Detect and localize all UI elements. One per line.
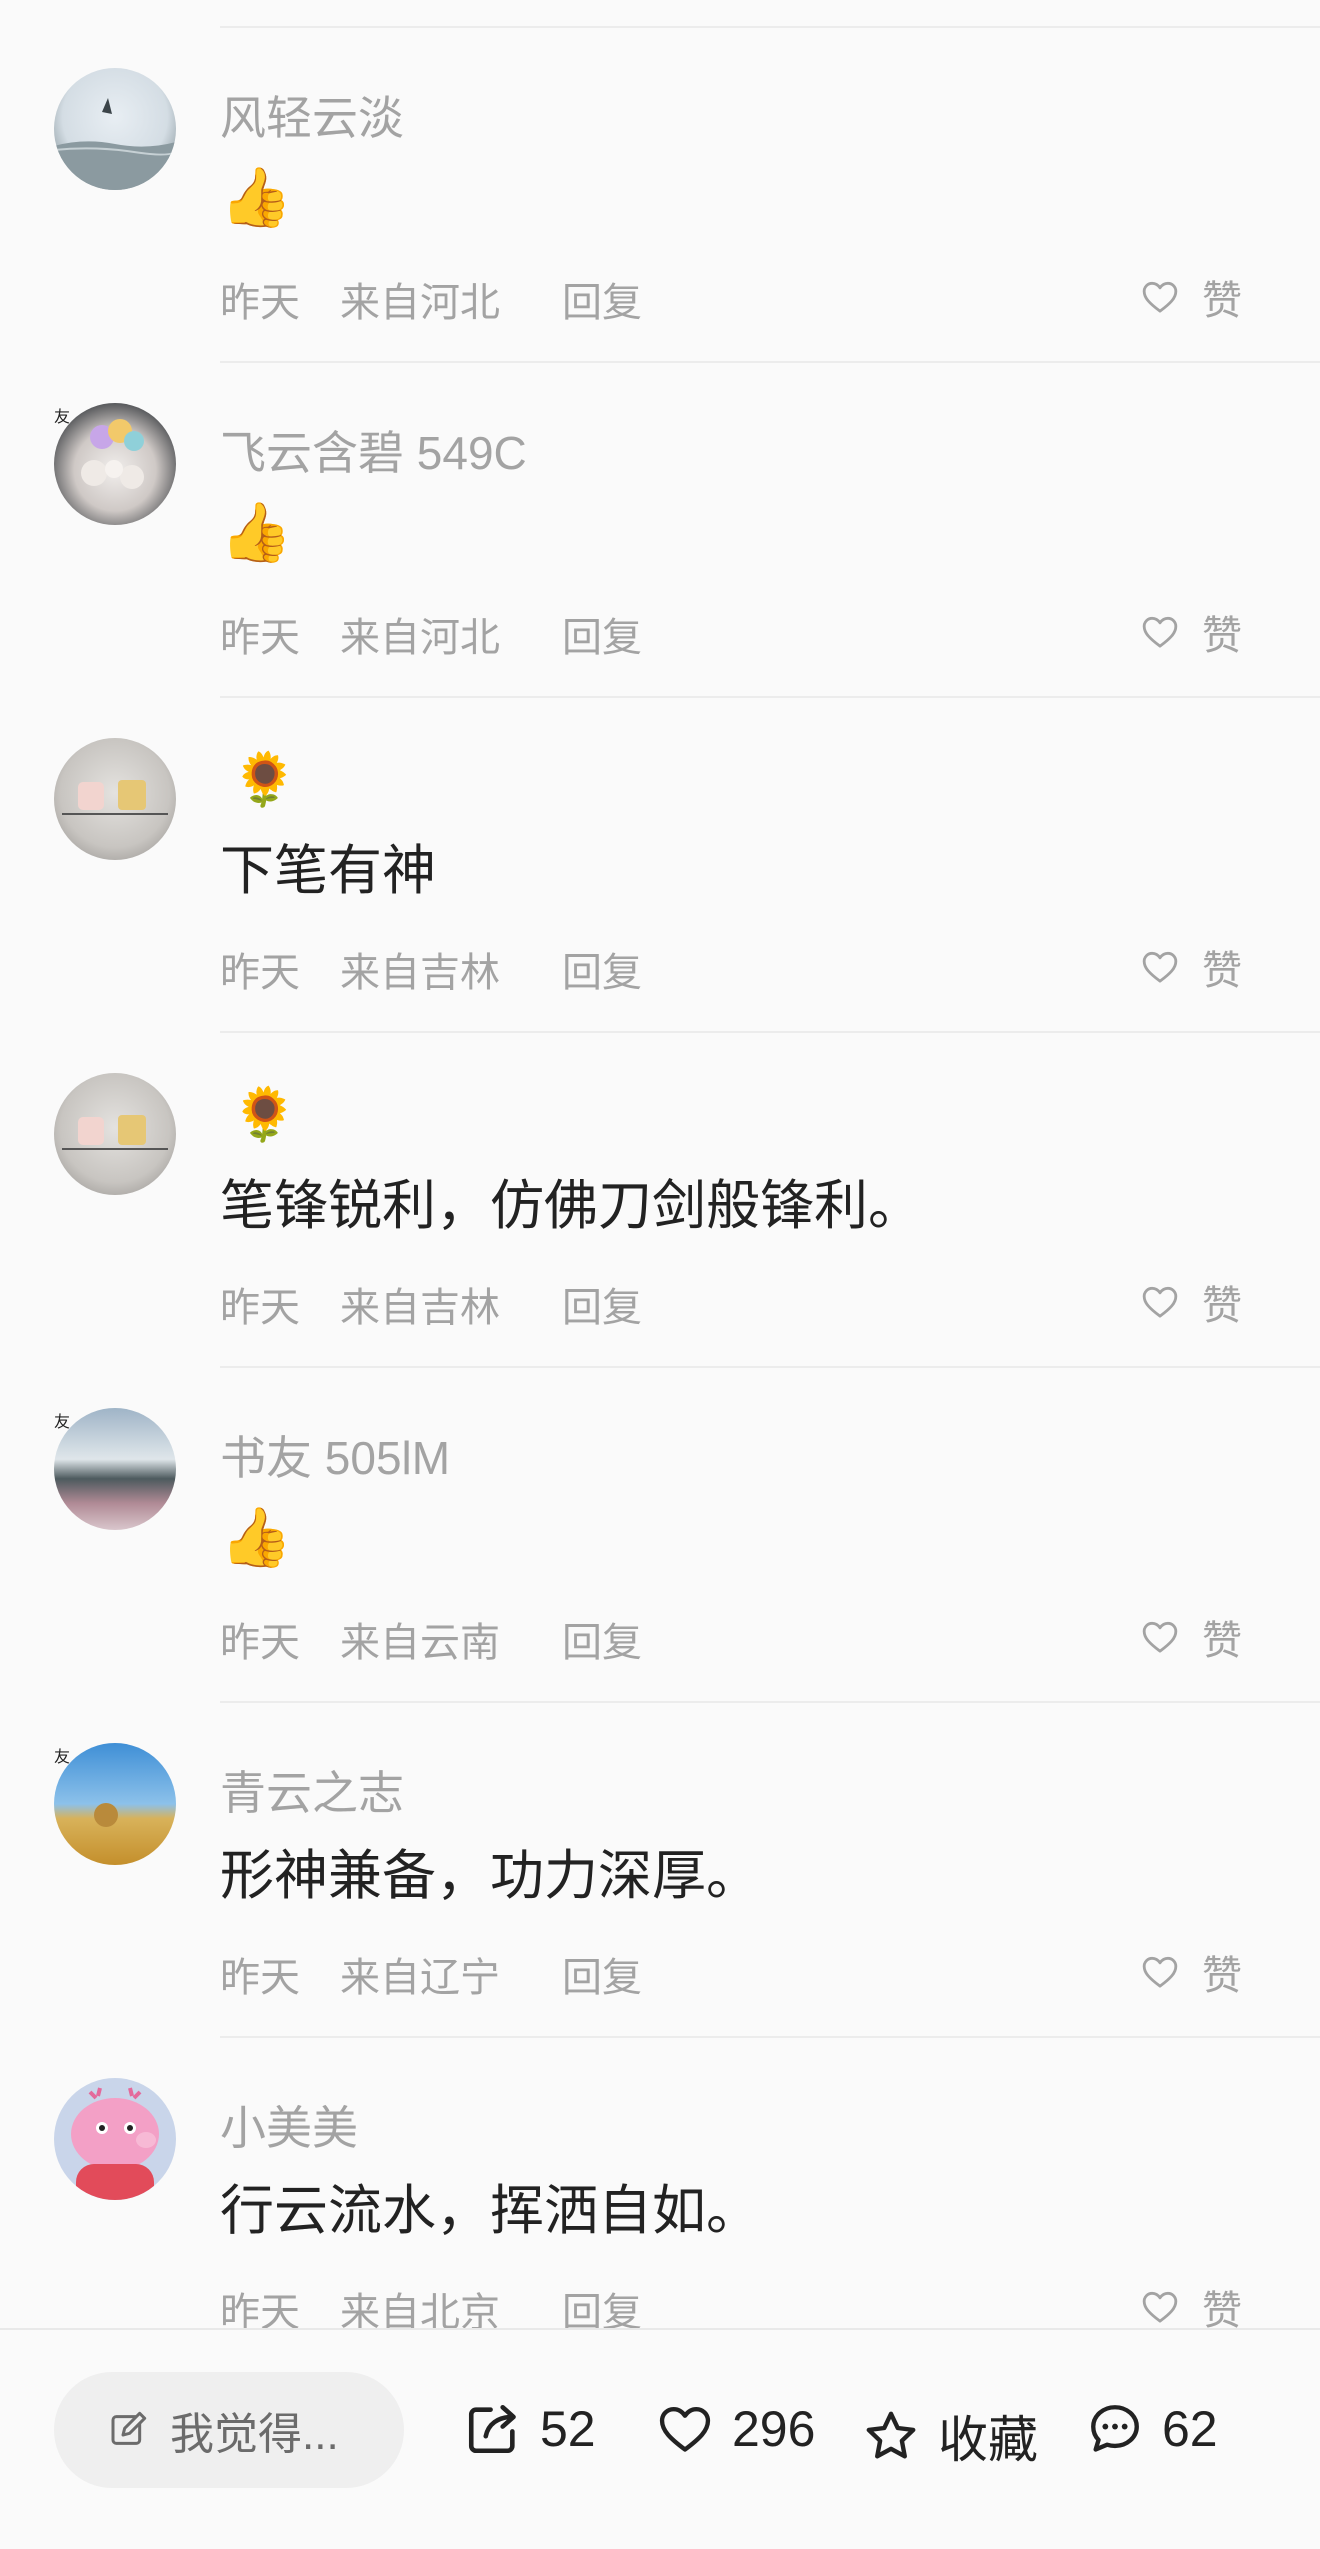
share-count: 52 — [540, 2401, 596, 2457]
avatar-image — [54, 1408, 176, 1530]
comment-time: 昨天 — [220, 616, 300, 660]
avatar-image — [54, 2078, 176, 2200]
comment-location: 来自河北 — [340, 281, 500, 325]
comment-meta: 昨天 来自吉林 回复 — [220, 940, 642, 998]
like-button[interactable]: 赞 — [1140, 1943, 1242, 2001]
comment-location: 来自吉林 — [340, 1286, 500, 1330]
reply-button[interactable]: 回复 — [562, 270, 642, 328]
heart-icon — [1142, 951, 1178, 983]
avatar[interactable] — [54, 738, 176, 860]
avatar-image — [54, 1743, 176, 1865]
comment-meta: 昨天 来自河北 回复 — [220, 270, 642, 328]
reply-button[interactable]: 回复 — [562, 1610, 642, 1668]
comment-time: 昨天 — [220, 281, 300, 325]
avatar[interactable] — [54, 68, 176, 190]
like-button[interactable]: 赞 — [1140, 268, 1242, 326]
edit-icon — [111, 2411, 147, 2445]
comment-icon — [1091, 2405, 1139, 2452]
share-icon — [468, 2404, 516, 2454]
comment-item: 友 飞云含碧 549C 👍 昨天 来自河北 回复 赞 — [0, 363, 1320, 698]
heart-icon — [1142, 2291, 1178, 2323]
comment-location: 来自河北 — [340, 616, 500, 660]
comment-item: 小美美 行云流水，挥洒自如。 昨天 来自北京 回复 赞 — [0, 2038, 1320, 2373]
avatar[interactable]: 友 — [54, 1408, 176, 1530]
sunflower-emoji[interactable]: 🌻 — [232, 750, 297, 810]
comment-item: 友 青云之志 形神兼备，功力深厚。 昨天 来自辽宁 回复 赞 — [0, 1703, 1320, 2038]
comment-button[interactable]: 62 — [1086, 2400, 1218, 2458]
comment-location: 来自吉林 — [340, 951, 500, 995]
like-button[interactable]: 赞 — [1140, 1273, 1242, 1331]
like-label: 赞 — [1202, 279, 1242, 323]
comment-time: 昨天 — [220, 1621, 300, 1665]
username[interactable]: 书友 505lM — [220, 1422, 450, 1488]
bottom-action-bar: 我觉得... 52 296 收藏 62 — [0, 2328, 1320, 2549]
reply-button[interactable]: 回复 — [562, 1945, 642, 2003]
heart-icon — [1142, 1286, 1178, 1318]
username[interactable]: 飞云含碧 549C — [220, 417, 527, 483]
reply-button[interactable]: 回复 — [562, 1275, 642, 1333]
like-post-button[interactable]: 296 — [656, 2400, 815, 2458]
thumbs-up-emoji: 👍 — [220, 1505, 293, 1570]
comment-text: 形神兼备，功力深厚。 — [220, 1846, 760, 1906]
comment-time: 昨天 — [220, 1286, 300, 1330]
comment-time: 昨天 — [220, 1956, 300, 2000]
heart-icon — [1142, 616, 1178, 648]
comment-meta: 昨天 来自云南 回复 — [220, 1610, 642, 1668]
avatar[interactable] — [54, 1073, 176, 1195]
comment-list: 风轻云淡 👍 昨天 来自河北 回复 赞 友 飞云含碧 549C 👍 昨天 来自河… — [0, 28, 1320, 2373]
share-button[interactable]: 52 — [464, 2400, 596, 2458]
comment-input[interactable]: 我觉得... — [54, 2372, 404, 2488]
avatar[interactable]: 友 — [54, 1743, 176, 1865]
like-count: 296 — [732, 2401, 816, 2457]
comment-text: 下笔有神 — [220, 841, 436, 901]
star-icon — [866, 2411, 916, 2459]
favorite-label: 收藏 — [938, 2412, 1038, 2468]
like-label: 赞 — [1202, 1284, 1242, 1328]
avatar-image — [54, 738, 176, 860]
comment-meta: 昨天 来自辽宁 回复 — [220, 1945, 642, 2003]
comment-text: 行云流水，挥洒自如。 — [220, 2181, 760, 2241]
comment-meta: 昨天 来自河北 回复 — [220, 605, 642, 663]
comment-meta: 昨天 来自吉林 回复 — [220, 1275, 642, 1333]
heart-icon — [1142, 1621, 1178, 1653]
avatar[interactable]: 友 — [54, 403, 176, 525]
comment-time: 昨天 — [220, 951, 300, 995]
heart-icon — [1142, 1956, 1178, 1988]
username[interactable]: 风轻云淡 — [220, 82, 404, 148]
avatar-image — [54, 403, 176, 525]
comment-count: 62 — [1162, 2401, 1218, 2457]
thumbs-up-emoji: 👍 — [220, 500, 293, 565]
comment-item: 🌻 笔锋锐利，仿佛刀剑般锋利。 昨天 来自吉林 回复 赞 — [0, 1033, 1320, 1368]
like-label: 赞 — [1202, 949, 1242, 993]
avatar-image — [54, 68, 176, 190]
like-button[interactable]: 赞 — [1140, 938, 1242, 996]
like-label: 赞 — [1202, 614, 1242, 658]
like-button[interactable]: 赞 — [1140, 1608, 1242, 1666]
comment-item: 风轻云淡 👍 昨天 来自河北 回复 赞 — [0, 28, 1320, 363]
comment-location: 来自云南 — [340, 1621, 500, 1665]
comment-input-placeholder: 我觉得... — [170, 2410, 339, 2459]
heart-icon — [659, 2407, 711, 2452]
reply-button[interactable]: 回复 — [562, 605, 642, 663]
thumbs-up-emoji: 👍 — [220, 165, 293, 230]
comment-text: 笔锋锐利，仿佛刀剑般锋利。 — [220, 1176, 922, 1236]
sunflower-emoji[interactable]: 🌻 — [232, 1085, 297, 1145]
heart-icon — [1142, 281, 1178, 313]
avatar-image — [54, 1073, 176, 1195]
comment-location: 来自辽宁 — [340, 1956, 500, 2000]
comment-item: 🌻 下笔有神 昨天 来自吉林 回复 赞 — [0, 698, 1320, 1033]
favorite-button[interactable]: 收藏 — [862, 2400, 1038, 2472]
reply-button[interactable]: 回复 — [562, 940, 642, 998]
username[interactable]: 小美美 — [220, 2092, 358, 2158]
username[interactable]: 青云之志 — [220, 1757, 404, 1823]
like-label: 赞 — [1202, 1954, 1242, 1998]
comment-item: 友 书友 505lM 👍 昨天 来自云南 回复 赞 — [0, 1368, 1320, 1703]
avatar[interactable] — [54, 2078, 176, 2200]
like-label: 赞 — [1202, 1619, 1242, 1663]
like-button[interactable]: 赞 — [1140, 603, 1242, 661]
